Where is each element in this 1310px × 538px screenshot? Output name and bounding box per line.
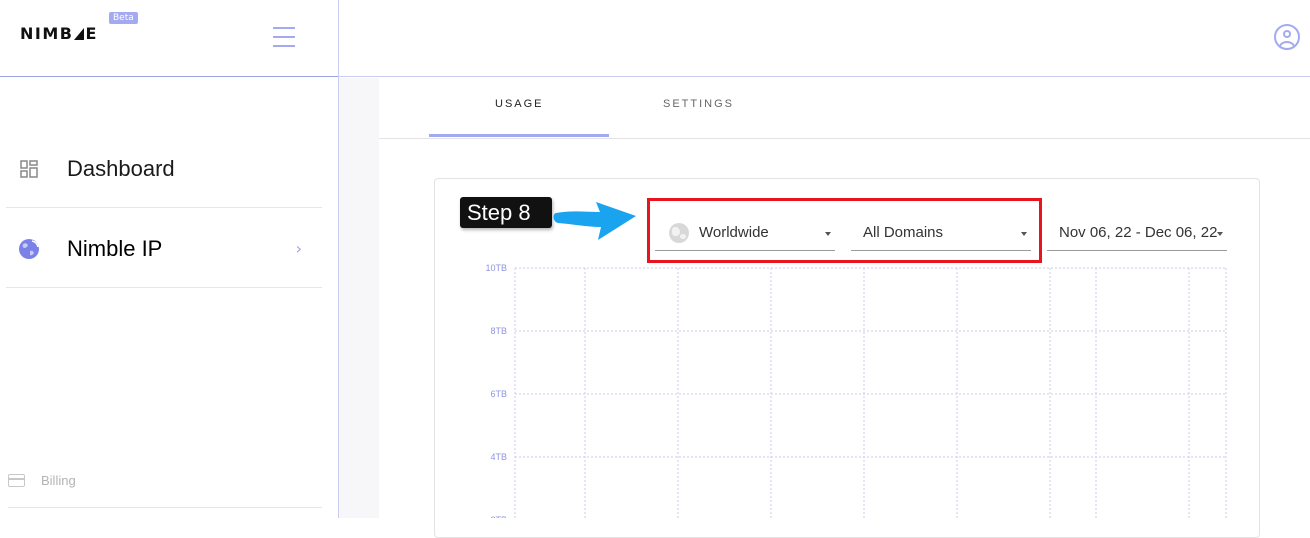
y-tick-label: 4TB [490,452,507,462]
date-range-value: Nov 06, 22 - Dec 06, 22 [1059,224,1218,241]
y-tick-label: 8TB [490,326,507,336]
beta-badge: Beta [109,12,138,24]
sidebar-item-label: Dashboard [67,155,175,181]
date-range-select[interactable]: Nov 06, 22 - Dec 06, 22 [1047,217,1227,251]
credit-card-icon [8,474,25,487]
chevron-right-icon: › [295,239,302,258]
y-tick-label: 10TB [485,263,507,273]
sidebar-header: NIMB E Beta [0,0,338,77]
globe-icon [19,238,39,259]
chart-grid [514,267,1227,518]
sidebar-item-nimble-ip[interactable]: Nimble IP › [6,210,322,288]
active-tab-indicator [429,134,609,137]
sidebar-item-dashboard[interactable]: Dashboard [6,130,322,208]
callout-arrow-icon [553,202,636,240]
highlight-box [647,198,1042,263]
menu-toggle-icon[interactable] [273,27,295,47]
top-bar [339,0,1310,77]
step-callout: Step 8 [460,197,552,228]
sidebar-item-label: Billing [41,473,76,488]
sidebar-item-label: Nimble IP [67,235,163,261]
y-axis: 10TB8TB6TB4TB2TB [485,263,507,518]
tab-settings[interactable]: SETTINGS [663,98,734,110]
tab-usage[interactable]: USAGE [495,98,544,110]
caret-down-icon [1217,232,1223,236]
tab-bar: USAGE SETTINGS [379,78,1310,139]
sidebar-item-billing[interactable]: Billing [8,472,322,508]
logo[interactable]: NIMB E [20,24,98,43]
y-tick-label: 6TB [490,389,507,399]
grid-icon [20,159,38,178]
sidebar: NIMB E Beta Dashboard Nimble IP › Billing [0,0,339,518]
usage-chart: 10TB8TB6TB4TB2TB [485,263,1227,518]
user-avatar-icon[interactable] [1274,24,1300,50]
